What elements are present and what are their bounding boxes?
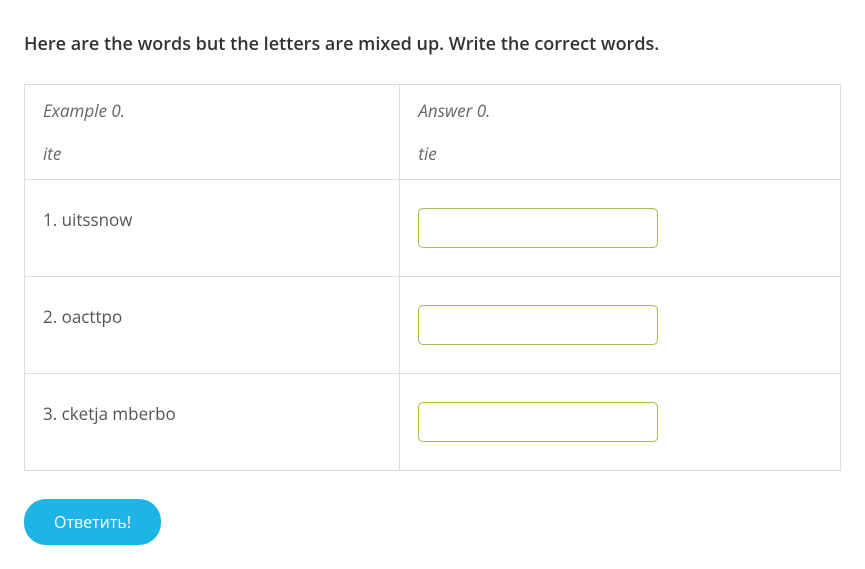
- exercise-table: Example 0. ite Answer 0. tie 1. uitssnow…: [24, 84, 841, 471]
- table-row: 2. oacttpo: [25, 277, 841, 374]
- question-2-label: 2. oacttpo: [25, 277, 400, 374]
- example-word-left: ite: [43, 142, 61, 165]
- question-2-answer-cell: [400, 277, 841, 374]
- example-label-right: Answer 0.: [418, 99, 822, 122]
- table-row: 1. uitssnow: [25, 180, 841, 277]
- question-3-label: 3. cketja mberbo: [25, 374, 400, 471]
- answer-input-1[interactable]: [418, 208, 658, 248]
- example-label-left: Example 0.: [43, 99, 381, 122]
- instructions-text: Here are the words but the letters are m…: [24, 32, 841, 56]
- question-1-label: 1. uitssnow: [25, 180, 400, 277]
- question-1-answer-cell: [400, 180, 841, 277]
- table-row: 3. cketja mberbo: [25, 374, 841, 471]
- question-3-answer-cell: [400, 374, 841, 471]
- example-word-right: tie: [418, 142, 436, 165]
- example-question-cell: Example 0. ite: [25, 85, 400, 180]
- example-row: Example 0. ite Answer 0. tie: [25, 85, 841, 180]
- answer-input-2[interactable]: [418, 305, 658, 345]
- answer-input-3[interactable]: [418, 402, 658, 442]
- example-answer-cell: Answer 0. tie: [400, 85, 841, 180]
- submit-button[interactable]: Ответить!: [24, 499, 161, 545]
